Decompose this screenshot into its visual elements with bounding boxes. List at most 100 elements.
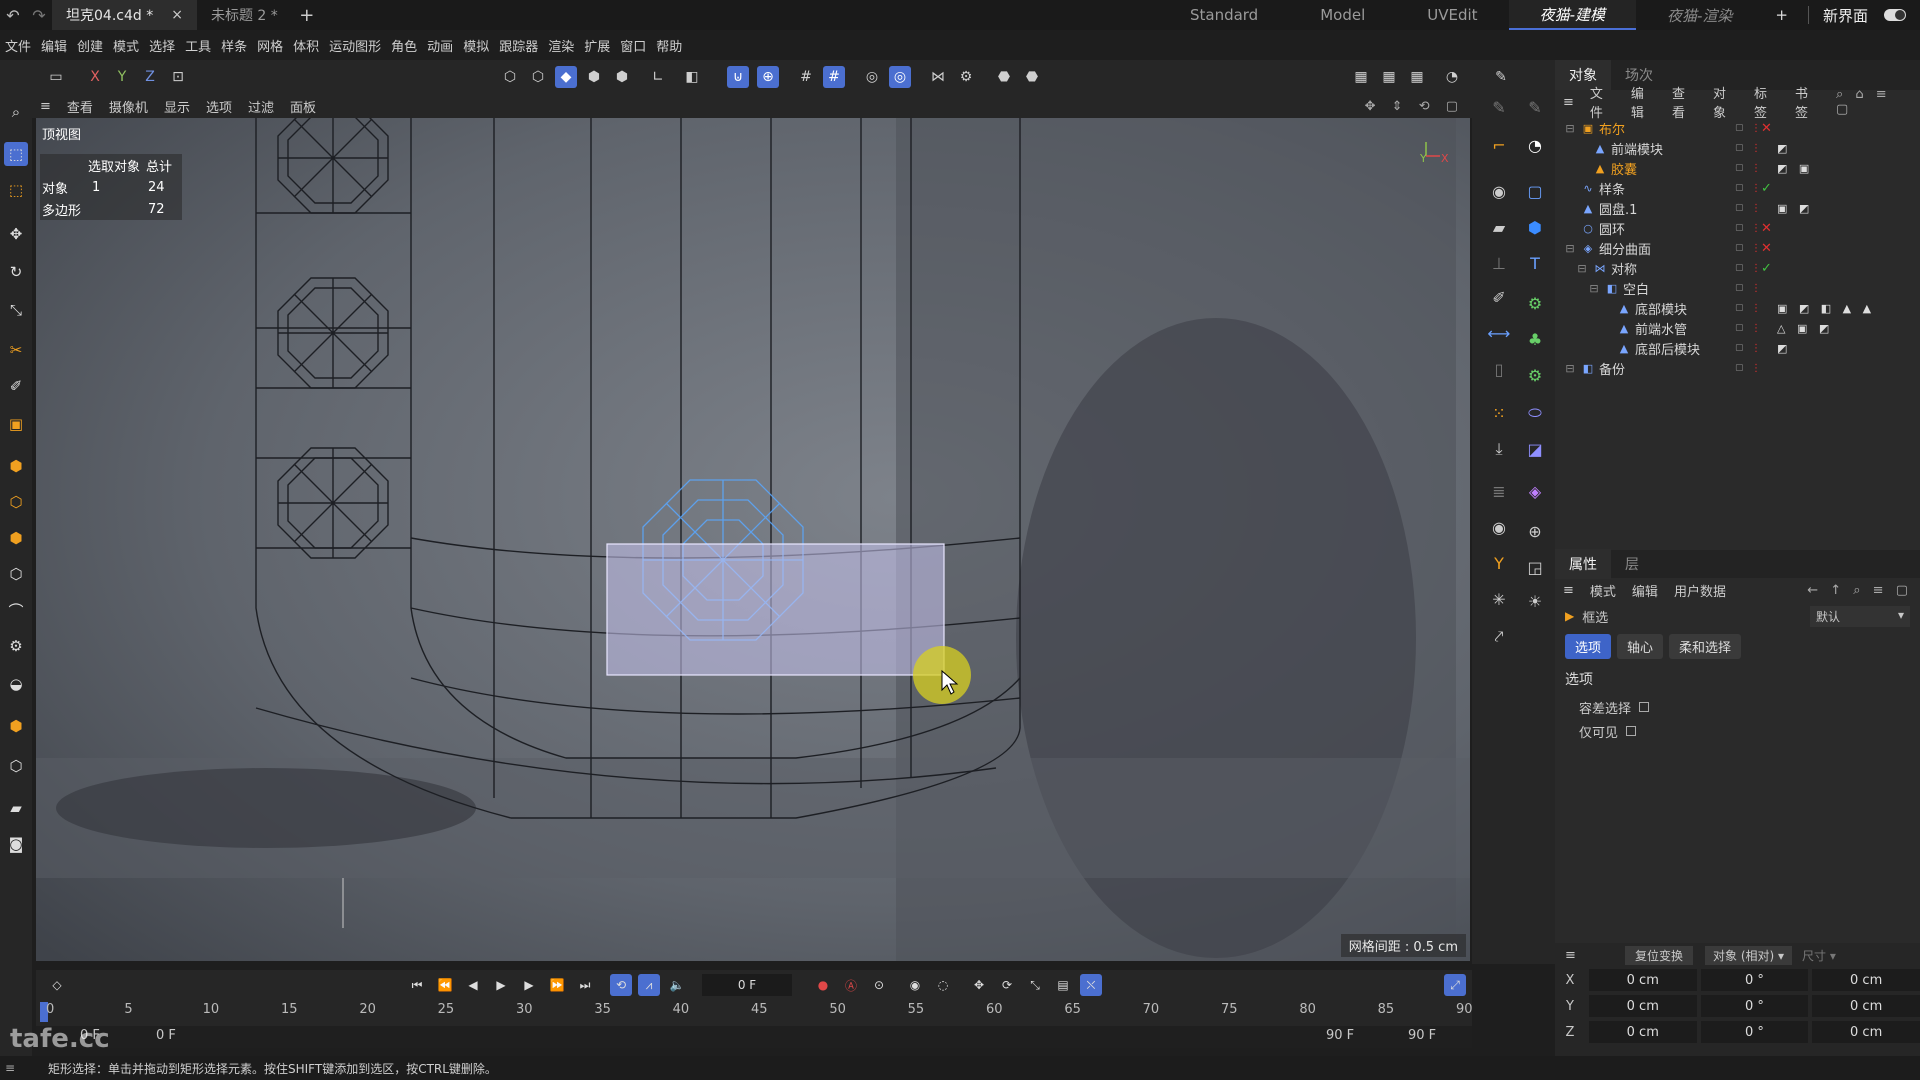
- light-icon[interactable]: ☀: [1522, 588, 1548, 614]
- y-split-icon[interactable]: Y: [1486, 550, 1512, 576]
- pen-icon[interactable]: ✎: [1486, 94, 1512, 120]
- visibility-dots-icon[interactable]: ⋮: [1751, 183, 1761, 194]
- range-start-preview[interactable]: 0 F: [156, 1028, 176, 1043]
- tree-item[interactable]: ▲ 胶囊 ▢ ⋮ ◩ ▣: [1555, 158, 1920, 178]
- expand-toggle-icon[interactable]: ⊟: [1575, 262, 1589, 275]
- tag-icons[interactable]: △ ▣ ◩: [1777, 322, 1833, 335]
- hamburger-icon[interactable]: ≡: [1555, 583, 1582, 598]
- brush-tool-icon[interactable]: ✐: [4, 374, 28, 398]
- menu-extensions[interactable]: 扩展: [579, 36, 615, 55]
- position-z-field[interactable]: 0 cm: [1588, 1021, 1697, 1043]
- visibility-dots-icon[interactable]: ⋮: [1751, 143, 1761, 154]
- current-frame-field[interactable]: 0 F: [702, 974, 792, 996]
- visibility-dots-icon[interactable]: ⋮: [1751, 243, 1761, 254]
- om-menu-tags[interactable]: 标签: [1746, 83, 1787, 121]
- plane-icon[interactable]: ▢: [1522, 178, 1548, 204]
- cube-icon[interactable]: ⬢: [1522, 214, 1548, 240]
- menu-tracker[interactable]: 跟踪器: [494, 36, 543, 55]
- position-x-field[interactable]: 0 cm: [1588, 969, 1697, 991]
- menu-mode[interactable]: 模式: [108, 36, 144, 55]
- particle-icon[interactable]: ✳: [1486, 586, 1512, 612]
- menu-spline[interactable]: 样条: [216, 36, 252, 55]
- expand-toggle-icon[interactable]: ⊟: [1563, 362, 1577, 375]
- tree-item[interactable]: ⊟ ◧ 备份 ▢ ⋮: [1555, 358, 1920, 378]
- render-view-icon[interactable]: ▦: [1350, 66, 1372, 88]
- tree-item[interactable]: ⊟ ▣ 布尔 ▢ ⋮ ✕: [1555, 118, 1920, 138]
- settings-icon[interactable]: ⚙: [955, 66, 977, 88]
- redo-icon[interactable]: ↷: [26, 0, 52, 30]
- sketch-icon[interactable]: ✎: [1522, 94, 1548, 120]
- enabled-check-icon[interactable]: ✓: [1761, 261, 1772, 276]
- keyframe-selection-icon[interactable]: ⊙: [868, 974, 890, 996]
- tag-icons[interactable]: ▣ ◩ ◧ ▲ ▲: [1777, 302, 1875, 315]
- new-interface-toggle[interactable]: [1884, 9, 1906, 21]
- viewport-menu-icon[interactable]: ≡: [32, 99, 59, 114]
- playback-rate-icon[interactable]: ⩘: [638, 974, 660, 996]
- menu-file[interactable]: 文件: [0, 36, 36, 55]
- layer-icon[interactable]: ▢: [1735, 183, 1745, 193]
- pla-key-icon[interactable]: ⛌: [1080, 974, 1102, 996]
- previous-frame-icon[interactable]: ◀: [462, 974, 484, 996]
- size-x-field[interactable]: 0 cm: [1812, 969, 1920, 991]
- rotate-tool-icon[interactable]: ↻: [4, 260, 28, 284]
- axis-z-lock[interactable]: Z: [139, 66, 161, 88]
- tab-layers[interactable]: 层: [1611, 549, 1653, 579]
- layer-icon[interactable]: ▢: [1735, 163, 1745, 173]
- layer-icon[interactable]: ▢: [1735, 343, 1745, 353]
- visibility-dots-icon[interactable]: ⋮: [1751, 163, 1761, 174]
- live-select-icon[interactable]: ⬚: [4, 178, 28, 202]
- size-z-field[interactable]: 0 cm: [1812, 1021, 1920, 1043]
- menu-help[interactable]: 帮助: [651, 36, 687, 55]
- visibility-dots-icon[interactable]: ⋮: [1751, 303, 1761, 314]
- tree-item[interactable]: ⊟ ◈ 细分曲面 ▢ ⋮ ✕: [1555, 238, 1920, 258]
- next-frame-icon[interactable]: ▶: [518, 974, 540, 996]
- tree-item[interactable]: ∿ 样条 ▢ ⋮ ✓: [1555, 178, 1920, 198]
- menu-simulate[interactable]: 模拟: [458, 36, 494, 55]
- rotation-p-field[interactable]: 0 °: [1700, 995, 1809, 1017]
- select-tool-icon[interactable]: ⬚: [4, 142, 28, 166]
- autokey-icon[interactable]: Ⓐ: [840, 974, 862, 996]
- position-key-icon[interactable]: ◉: [904, 974, 926, 996]
- eye-filter-icon[interactable]: ◉: [1486, 514, 1512, 540]
- points-mode-icon[interactable]: ⬡: [499, 66, 521, 88]
- model-mode-icon[interactable]: ⬢: [583, 66, 605, 88]
- tag-icons[interactable]: ◩: [1777, 142, 1791, 155]
- uv-cube-icon[interactable]: ⬡: [4, 754, 28, 778]
- quantize-icon[interactable]: ⊕: [757, 66, 779, 88]
- document-tab[interactable]: 未标题 2 *: [197, 0, 292, 30]
- rotate-key-icon[interactable]: ⟳: [996, 974, 1018, 996]
- viewport-top-view[interactable]: 顶视图 Y X 选取对象 总计 对象 1 24 多边形 72 网格间距 : 0.…: [36, 118, 1470, 961]
- deform-icon[interactable]: ⬭: [1522, 400, 1548, 426]
- effector-icon[interactable]: ⚙: [1522, 362, 1548, 388]
- bend-deform-icon[interactable]: ◪: [1522, 436, 1548, 462]
- menu-select[interactable]: 选择: [144, 36, 180, 55]
- magnet-icon[interactable]: ◒: [4, 672, 28, 696]
- camera-light-icon[interactable]: ◲: [1522, 554, 1548, 580]
- record-icon[interactable]: ●: [812, 974, 834, 996]
- add-tab-button[interactable]: +: [292, 5, 322, 26]
- measure-icon[interactable]: ⟷: [1486, 320, 1512, 346]
- cube-outline-icon[interactable]: ⬡: [4, 490, 28, 514]
- text-icon[interactable]: T: [1522, 250, 1548, 276]
- om-menu-bookmarks[interactable]: 书签: [1787, 83, 1828, 121]
- tree-item[interactable]: ▲ 前端模块 ▢ ⋮ ◩: [1555, 138, 1920, 158]
- tab-attributes[interactable]: 属性: [1555, 549, 1611, 579]
- edges-mode-icon[interactable]: ⬡: [527, 66, 549, 88]
- layer-icon[interactable]: ▢: [1735, 263, 1745, 273]
- viewport-menu-panel[interactable]: 面板: [282, 97, 324, 116]
- workplane-icon[interactable]: ∟: [647, 66, 669, 88]
- viewport-menu-filter[interactable]: 过滤: [240, 97, 282, 116]
- layer-icon[interactable]: ▢: [1735, 223, 1745, 233]
- range-end[interactable]: 90 F: [1408, 1028, 1436, 1043]
- extrude-tool-icon[interactable]: ▣: [4, 412, 28, 436]
- layout-standard[interactable]: Standard: [1159, 0, 1289, 30]
- drop-to-floor-icon[interactable]: ⤓: [1486, 436, 1512, 462]
- render-settings-icon[interactable]: ▦: [1406, 66, 1428, 88]
- previous-key-icon[interactable]: ⏪: [434, 974, 456, 996]
- knife-tool-icon[interactable]: ✂: [4, 338, 28, 362]
- disabled-x-icon[interactable]: ✕: [1761, 121, 1772, 136]
- go-to-start-icon[interactable]: ⏮: [406, 974, 428, 996]
- range-end-preview[interactable]: 90 F: [1326, 1028, 1354, 1043]
- om-menu-object[interactable]: 对象: [1705, 83, 1746, 121]
- timeline-ruler[interactable]: 0 5 10 15 20 25 30 35 40 45 50 55 60 65 70 75 80 85 90: [36, 1000, 1473, 1026]
